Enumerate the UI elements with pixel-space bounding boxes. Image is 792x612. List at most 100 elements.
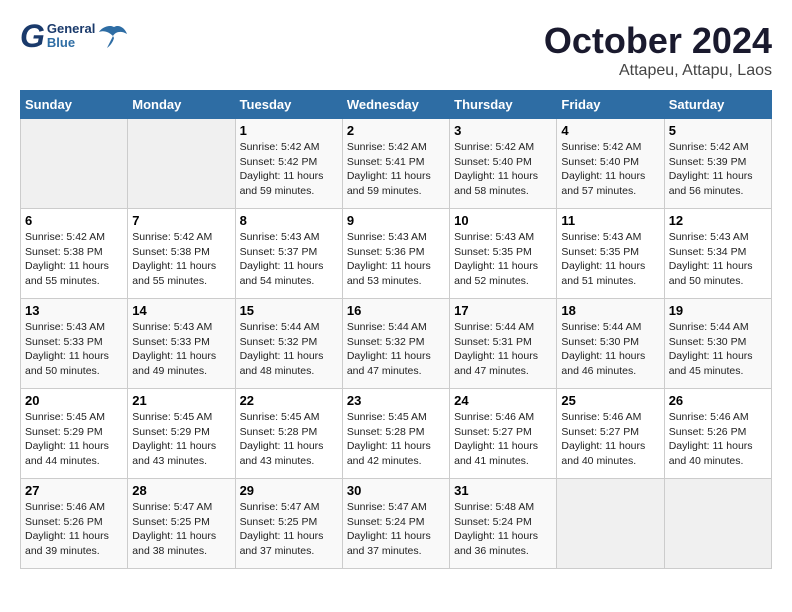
day-info: Sunrise: 5:46 AM Sunset: 5:26 PM Dayligh… <box>669 410 767 469</box>
calendar-cell: 30 Sunrise: 5:47 AM Sunset: 5:24 PM Dayli… <box>342 479 449 569</box>
calendar-cell: 11Sunrise: 5:43 AM Sunset: 5:35 PM Dayli… <box>557 209 664 299</box>
logo-bird-icon <box>99 22 129 50</box>
calendar-cell: 20 Sunrise: 5:45 AM Sunset: 5:29 PM Dayli… <box>21 389 128 479</box>
calendar-cell: 16Sunrise: 5:44 AM Sunset: 5:32 PM Dayli… <box>342 299 449 389</box>
calendar-cell: 2Sunrise: 5:42 AM Sunset: 5:41 PM Daylig… <box>342 119 449 209</box>
calendar-cell: 15Sunrise: 5:44 AM Sunset: 5:32 PM Dayli… <box>235 299 342 389</box>
day-number: 20 <box>25 393 123 408</box>
day-number: 31 <box>454 483 552 498</box>
day-number: 24 <box>454 393 552 408</box>
calendar-week-row: 27 Sunrise: 5:46 AM Sunset: 5:26 PM Dayli… <box>21 479 772 569</box>
day-number: 7 <box>132 213 230 228</box>
day-number: 28 <box>132 483 230 498</box>
column-header-wednesday: Wednesday <box>342 91 449 119</box>
day-info: Sunrise: 5:43 AM Sunset: 5:35 PM Dayligh… <box>454 230 552 289</box>
day-info: Sunrise: 5:45 AM Sunset: 5:29 PM Dayligh… <box>25 410 123 469</box>
day-info: Sunrise: 5:45 AM Sunset: 5:28 PM Dayligh… <box>347 410 445 469</box>
location-title: Attapeu, Attapu, Laos <box>544 62 772 80</box>
calendar-cell: 21 Sunrise: 5:45 AM Sunset: 5:29 PM Dayli… <box>128 389 235 479</box>
calendar-cell: 24 Sunrise: 5:46 AM Sunset: 5:27 PM Dayli… <box>450 389 557 479</box>
title-block: October 2024 Attapeu, Attapu, Laos <box>544 20 772 80</box>
day-info: Sunrise: 5:42 AM Sunset: 5:42 PM Dayligh… <box>240 140 338 199</box>
day-info: Sunrise: 5:44 AM Sunset: 5:31 PM Dayligh… <box>454 320 552 379</box>
column-header-monday: Monday <box>128 91 235 119</box>
day-number: 13 <box>25 303 123 318</box>
day-info: Sunrise: 5:48 AM Sunset: 5:24 PM Dayligh… <box>454 500 552 559</box>
day-info: Sunrise: 5:43 AM Sunset: 5:37 PM Dayligh… <box>240 230 338 289</box>
day-number: 25 <box>561 393 659 408</box>
calendar-cell: 4 Sunrise: 5:42 AM Sunset: 5:40 PM Daylig… <box>557 119 664 209</box>
logo-g-letter: G <box>20 20 45 52</box>
day-number: 2 <box>347 123 445 138</box>
calendar-cell: 27 Sunrise: 5:46 AM Sunset: 5:26 PM Dayli… <box>21 479 128 569</box>
calendar-cell: 9 Sunrise: 5:43 AM Sunset: 5:36 PM Daylig… <box>342 209 449 299</box>
calendar-cell: 23 Sunrise: 5:45 AM Sunset: 5:28 PM Dayli… <box>342 389 449 479</box>
day-number: 5 <box>669 123 767 138</box>
day-number: 22 <box>240 393 338 408</box>
calendar-week-row: 6Sunrise: 5:42 AM Sunset: 5:38 PM Daylig… <box>21 209 772 299</box>
day-info: Sunrise: 5:44 AM Sunset: 5:32 PM Dayligh… <box>240 320 338 379</box>
calendar-cell <box>21 119 128 209</box>
day-number: 11 <box>561 213 659 228</box>
calendar-cell: 29 Sunrise: 5:47 AM Sunset: 5:25 PM Dayli… <box>235 479 342 569</box>
calendar-week-row: 1 Sunrise: 5:42 AM Sunset: 5:42 PM Daylig… <box>21 119 772 209</box>
day-number: 21 <box>132 393 230 408</box>
calendar-cell <box>557 479 664 569</box>
day-number: 8 <box>240 213 338 228</box>
day-info: Sunrise: 5:44 AM Sunset: 5:30 PM Dayligh… <box>561 320 659 379</box>
calendar-cell: 14 Sunrise: 5:43 AM Sunset: 5:33 PM Dayli… <box>128 299 235 389</box>
day-info: Sunrise: 5:47 AM Sunset: 5:24 PM Dayligh… <box>347 500 445 559</box>
column-header-thursday: Thursday <box>450 91 557 119</box>
day-number: 26 <box>669 393 767 408</box>
calendar-cell: 10 Sunrise: 5:43 AM Sunset: 5:35 PM Dayli… <box>450 209 557 299</box>
day-info: Sunrise: 5:45 AM Sunset: 5:29 PM Dayligh… <box>132 410 230 469</box>
logo-blue-text: Blue <box>47 36 95 50</box>
calendar-cell: 17 Sunrise: 5:44 AM Sunset: 5:31 PM Dayli… <box>450 299 557 389</box>
day-info: Sunrise: 5:43 AM Sunset: 5:33 PM Dayligh… <box>132 320 230 379</box>
day-number: 10 <box>454 213 552 228</box>
column-header-sunday: Sunday <box>21 91 128 119</box>
calendar-cell <box>664 479 771 569</box>
day-info: Sunrise: 5:42 AM Sunset: 5:38 PM Dayligh… <box>132 230 230 289</box>
day-number: 14 <box>132 303 230 318</box>
day-info: Sunrise: 5:42 AM Sunset: 5:39 PM Dayligh… <box>669 140 767 199</box>
calendar-week-row: 20 Sunrise: 5:45 AM Sunset: 5:29 PM Dayli… <box>21 389 772 479</box>
calendar-cell: 5 Sunrise: 5:42 AM Sunset: 5:39 PM Daylig… <box>664 119 771 209</box>
day-number: 3 <box>454 123 552 138</box>
day-info: Sunrise: 5:42 AM Sunset: 5:38 PM Dayligh… <box>25 230 123 289</box>
day-info: Sunrise: 5:45 AM Sunset: 5:28 PM Dayligh… <box>240 410 338 469</box>
day-info: Sunrise: 5:46 AM Sunset: 5:27 PM Dayligh… <box>454 410 552 469</box>
calendar-cell: 31 Sunrise: 5:48 AM Sunset: 5:24 PM Dayli… <box>450 479 557 569</box>
column-header-saturday: Saturday <box>664 91 771 119</box>
calendar-header-row: SundayMondayTuesdayWednesdayThursdayFrid… <box>21 91 772 119</box>
day-number: 29 <box>240 483 338 498</box>
calendar-cell: 6Sunrise: 5:42 AM Sunset: 5:38 PM Daylig… <box>21 209 128 299</box>
calendar-week-row: 13 Sunrise: 5:43 AM Sunset: 5:33 PM Dayli… <box>21 299 772 389</box>
day-number: 9 <box>347 213 445 228</box>
day-number: 19 <box>669 303 767 318</box>
day-number: 18 <box>561 303 659 318</box>
day-info: Sunrise: 5:47 AM Sunset: 5:25 PM Dayligh… <box>240 500 338 559</box>
logo-general-text: General <box>47 22 95 36</box>
day-info: Sunrise: 5:42 AM Sunset: 5:40 PM Dayligh… <box>454 140 552 199</box>
day-number: 16 <box>347 303 445 318</box>
column-header-tuesday: Tuesday <box>235 91 342 119</box>
day-info: Sunrise: 5:46 AM Sunset: 5:26 PM Dayligh… <box>25 500 123 559</box>
day-number: 4 <box>561 123 659 138</box>
day-info: Sunrise: 5:46 AM Sunset: 5:27 PM Dayligh… <box>561 410 659 469</box>
day-number: 23 <box>347 393 445 408</box>
calendar-cell: 18 Sunrise: 5:44 AM Sunset: 5:30 PM Dayli… <box>557 299 664 389</box>
day-info: Sunrise: 5:43 AM Sunset: 5:36 PM Dayligh… <box>347 230 445 289</box>
day-number: 1 <box>240 123 338 138</box>
day-info: Sunrise: 5:42 AM Sunset: 5:40 PM Dayligh… <box>561 140 659 199</box>
day-number: 27 <box>25 483 123 498</box>
calendar-cell: 26 Sunrise: 5:46 AM Sunset: 5:26 PM Dayli… <box>664 389 771 479</box>
day-number: 30 <box>347 483 445 498</box>
calendar-cell: 12Sunrise: 5:43 AM Sunset: 5:34 PM Dayli… <box>664 209 771 299</box>
month-title: October 2024 <box>544 20 772 62</box>
day-info: Sunrise: 5:43 AM Sunset: 5:34 PM Dayligh… <box>669 230 767 289</box>
calendar-cell: 1 Sunrise: 5:42 AM Sunset: 5:42 PM Daylig… <box>235 119 342 209</box>
calendar-cell <box>128 119 235 209</box>
day-number: 17 <box>454 303 552 318</box>
calendar-cell: 8 Sunrise: 5:43 AM Sunset: 5:37 PM Daylig… <box>235 209 342 299</box>
